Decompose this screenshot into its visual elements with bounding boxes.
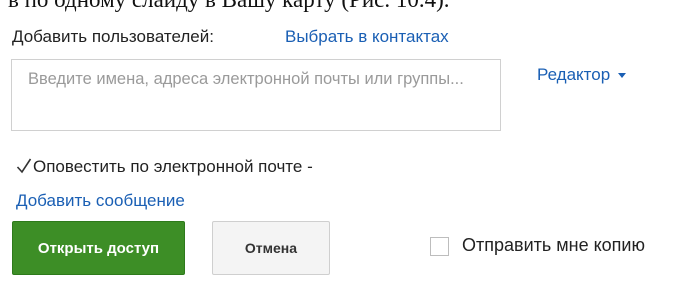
notify-by-email-option: Оповестить по электронной почте - Добави…	[16, 150, 336, 218]
choose-contacts-link[interactable]: Выбрать в контактах	[285, 27, 449, 47]
role-dropdown[interactable]: Редактор	[537, 65, 627, 85]
people-input-placeholder: Введите имена, адреса электронной почты …	[28, 70, 464, 88]
people-input[interactable]: Введите имена, адреса электронной почты …	[11, 59, 501, 131]
share-button[interactable]: Открыть доступ	[12, 221, 185, 275]
send-copy-checkbox[interactable]	[430, 237, 449, 256]
checkmark-icon	[16, 158, 32, 174]
cancel-button[interactable]: Отмена	[212, 221, 330, 275]
add-message-link[interactable]: Добавить сообщение	[16, 191, 185, 210]
role-dropdown-value: Редактор	[537, 65, 611, 84]
cropped-document-text: в по одному слайду в Вашу карту (Рис. 10…	[8, 0, 450, 13]
send-copy-label: Отправить мне копию	[462, 235, 645, 255]
notify-label: Оповестить по электронной почте -	[33, 157, 313, 176]
add-users-label: Добавить пользователей:	[12, 27, 214, 46]
caret-down-icon	[618, 73, 627, 79]
notify-checkbox[interactable]	[16, 157, 33, 176]
